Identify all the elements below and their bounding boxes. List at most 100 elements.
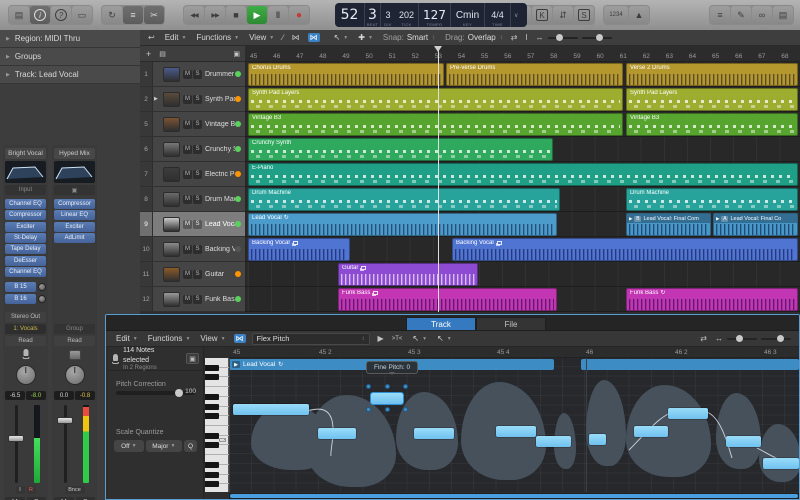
- solo-button[interactable]: S: [193, 69, 202, 79]
- track-lane[interactable]: Funk Bass Funk Bass ↻: [245, 287, 800, 312]
- region-crunchy-synth[interactable]: Crunchy Synth: [248, 138, 553, 161]
- track-header-guitar[interactable]: 11 M S Guitar: [140, 262, 245, 287]
- track-sort-icon[interactable]: ▤: [159, 50, 166, 58]
- library-icon[interactable]: ▤: [9, 6, 29, 24]
- take-letter[interactable]: B: [634, 215, 642, 222]
- flex-icon[interactable]: ⋈: [292, 33, 300, 42]
- region-lead-vocal-final-com[interactable]: ▶ B Lead Vocal: Final Com: [626, 213, 711, 236]
- flex-pitch-note[interactable]: [233, 404, 309, 415]
- editor-menu-view[interactable]: View ▼: [200, 334, 225, 343]
- crossfade-icon[interactable]: ⇄: [700, 334, 707, 343]
- track-header-synth-pad-layers[interactable]: 2▶ MSSynth Pad Layers: [140, 87, 245, 112]
- automation-mode-button[interactable]: Read: [5, 336, 46, 346]
- mute-button[interactable]: M: [183, 219, 192, 229]
- record-enable-button[interactable]: R: [26, 486, 36, 494]
- white-key[interactable]: [205, 416, 229, 427]
- inspector-section-2[interactable]: ▶ Track: Lead Vocal: [0, 66, 140, 84]
- solo-button[interactable]: S: [193, 244, 202, 254]
- inspector-section-0[interactable]: ▶ Region: MIDI Thru: [0, 30, 140, 48]
- mute-button[interactable]: M: [183, 294, 192, 304]
- plugin-slot[interactable]: AdLimit: [54, 232, 95, 243]
- region-funk-bass[interactable]: Funk Bass: [338, 288, 557, 311]
- automation-mode-button[interactable]: Read: [54, 336, 95, 346]
- tracks-area[interactable]: Chorus Drums Pre-verse Drums Verse 2 Drums…: [245, 62, 800, 312]
- take-region-header[interactable]: ▶ B Lead Vocal: Final Com: [627, 214, 710, 223]
- region-backing-vocal[interactable]: Backing Vocal: [452, 238, 798, 261]
- menu-edit[interactable]: Edit ▼: [165, 33, 187, 42]
- region-drum-machine[interactable]: Drum Machine: [626, 188, 798, 211]
- vertical-zoom-slider[interactable]: [547, 34, 578, 41]
- mute-button[interactable]: M: [183, 169, 192, 179]
- plugin-slot[interactable]: Linear EQ: [54, 210, 95, 221]
- solo-button[interactable]: S: [193, 169, 202, 179]
- solo-button[interactable]: S: [193, 219, 202, 229]
- mute-button[interactable]: M: [183, 119, 192, 129]
- strip-setting-button[interactable]: Bright Vocal: [5, 148, 46, 159]
- mute-button[interactable]: M: [183, 94, 192, 104]
- track-header-electric-piano[interactable]: 7 MSElectric Piano: [140, 162, 245, 187]
- editors-scissors-icon[interactable]: ✂: [144, 6, 164, 24]
- slider-thumb[interactable]: [175, 389, 183, 397]
- crossfade-icon[interactable]: ⇄: [511, 33, 518, 42]
- autopunch-icon[interactable]: K: [532, 6, 552, 24]
- flex-tool-icon[interactable]: >T<: [392, 336, 403, 342]
- horizontal-zoom-slider[interactable]: [581, 34, 612, 41]
- region-synth-pad-layers[interactable]: Synth Pad Layers: [626, 88, 798, 111]
- disclosure-triangle-icon[interactable]: ▶: [154, 96, 160, 102]
- editor-secondary-tool[interactable]: ↖ ▼: [437, 334, 452, 343]
- list-editors-icon[interactable]: ≡: [710, 6, 730, 24]
- plugin-slot[interactable]: Exciter: [54, 221, 95, 232]
- track-lane[interactable]: Guitar: [245, 262, 800, 287]
- track-lane[interactable]: Synth Pad Layers Synth Pad Layers: [245, 87, 800, 112]
- note-handle[interactable]: [403, 407, 408, 412]
- solo-button[interactable]: S: [193, 94, 202, 104]
- track-header-backing-vocal[interactable]: 10 MSBacking Vocal: [140, 237, 245, 262]
- bounce-button[interactable]: Bnce: [64, 486, 85, 494]
- track-lane[interactable]: E-Piano: [245, 162, 800, 187]
- local-inspector-icon[interactable]: ▣: [186, 353, 199, 364]
- pan-knob[interactable]: [15, 365, 36, 385]
- apple-loops-icon[interactable]: ∞: [752, 6, 772, 24]
- forward-button[interactable]: ▶▶: [205, 6, 225, 24]
- plugin-slot[interactable]: Channel EQ: [5, 266, 46, 277]
- region-chorus-drums[interactable]: Chorus Drums: [248, 63, 444, 86]
- editor-horizontal-zoom-slider[interactable]: [761, 335, 791, 342]
- flex-pitch-note[interactable]: [726, 436, 761, 447]
- note-handle[interactable]: [366, 384, 371, 389]
- region-vintage-b3[interactable]: Vintage B3: [626, 113, 798, 136]
- lcd-display[interactable]: 52 3 BEAT 3 DIV 202 TICK 127 TEMPO Cmin …: [335, 3, 527, 27]
- note-handle[interactable]: [385, 384, 390, 389]
- flex-pitch-note[interactable]: [318, 428, 356, 439]
- editor-menu-functions[interactable]: Functions ▼: [148, 334, 191, 343]
- playhead[interactable]: [434, 46, 442, 312]
- smart-controls-icon[interactable]: ↻: [102, 6, 122, 24]
- track-lane[interactable]: Crunchy Synth: [245, 137, 800, 162]
- editor-region-bar[interactable]: [581, 359, 799, 370]
- region-lead-vocal-final-co[interactable]: ▶ A Lead Vocal: Final Co: [713, 213, 798, 236]
- flex-pitch-editor[interactable]: ▶ Lead Vocal ↻: [229, 358, 799, 492]
- eq-thumbnail[interactable]: [54, 161, 95, 183]
- volume-fader[interactable]: [57, 417, 73, 424]
- editor-ruler[interactable]: 45 45 2 45 3 45 4 46 46 2 46 3: [229, 347, 799, 358]
- bar-ruler[interactable]: 4546474849505152535455565758596061626364…: [245, 46, 800, 62]
- flex-icon[interactable]: ⋈: [233, 334, 246, 343]
- send-slot[interactable]: B 15: [5, 282, 46, 292]
- pitch-correction-slider[interactable]: 100: [116, 388, 196, 397]
- mixer-icon[interactable]: ≡: [123, 6, 143, 24]
- catch-playhead-icon[interactable]: ▶: [378, 334, 384, 343]
- secondary-tool[interactable]: ✚ ▼: [358, 33, 373, 42]
- track-zoom-icon[interactable]: ▣: [233, 50, 240, 58]
- menu-functions[interactable]: Functions ▼: [196, 33, 239, 42]
- flex-pitch-note[interactable]: [634, 426, 668, 437]
- flex-pitch-note[interactable]: [496, 426, 536, 437]
- region-backing-vocal[interactable]: Backing Vocal: [248, 238, 350, 261]
- drag-control[interactable]: Drag: Overlap ↕: [445, 33, 503, 42]
- eq-thumbnail[interactable]: [5, 161, 46, 183]
- white-key[interactable]: [205, 445, 229, 456]
- flex-pitch-icon[interactable]: ⋈: [307, 33, 320, 42]
- black-key[interactable]: [205, 481, 219, 488]
- track-header-drum-machine[interactable]: 8 MSDrum Machine: [140, 187, 245, 212]
- volume-display[interactable]: -6.5: [5, 391, 25, 400]
- editor-menu-edit[interactable]: Edit ▼: [116, 334, 138, 343]
- note-handle[interactable]: [385, 407, 390, 412]
